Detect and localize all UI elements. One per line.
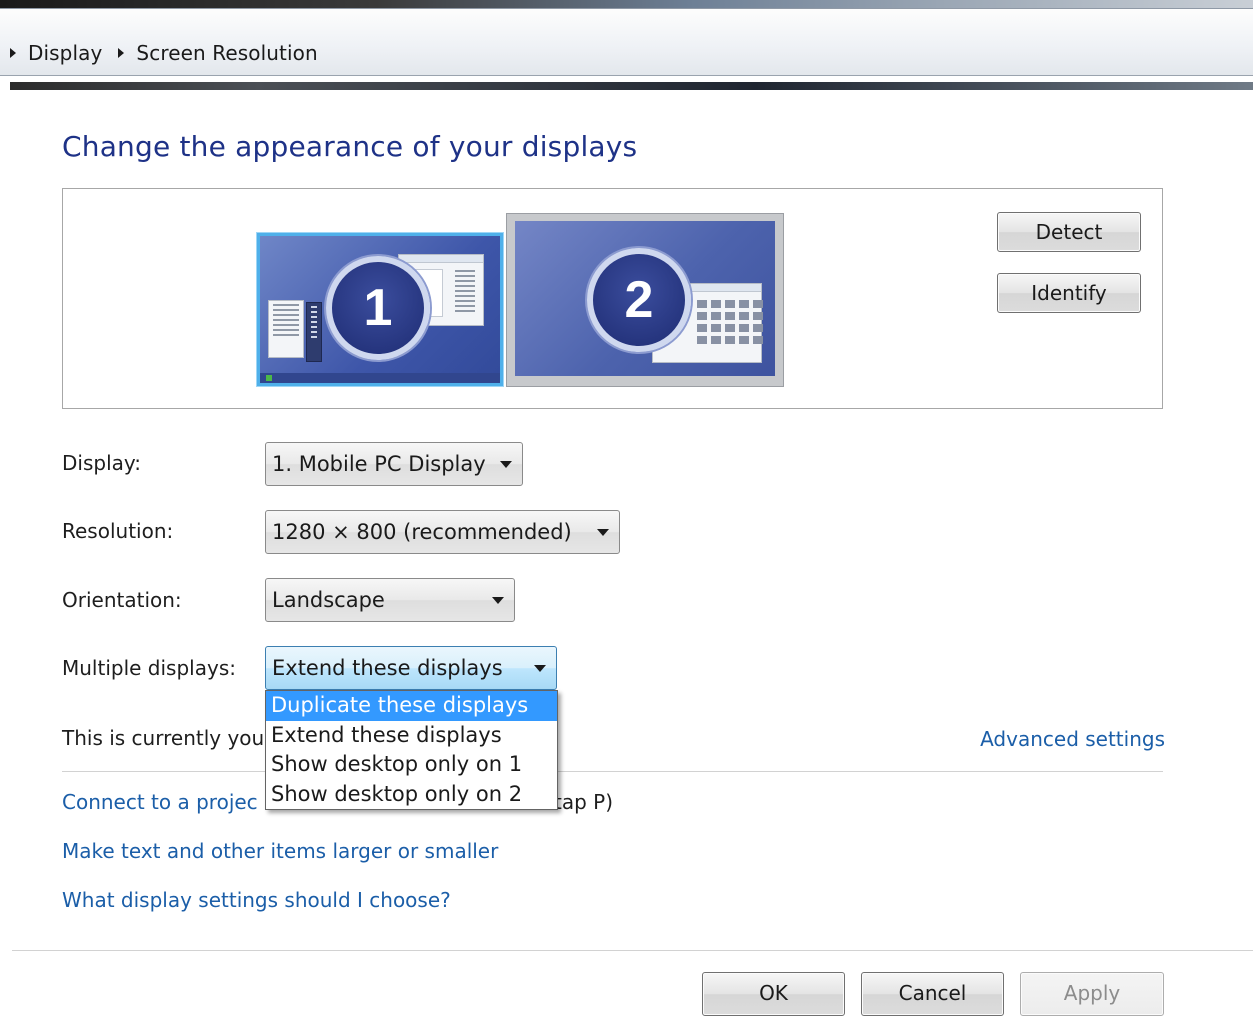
dropdown-option-duplicate[interactable]: Duplicate these displays — [266, 691, 557, 721]
monitor-number-badge-2: 2 — [587, 248, 691, 352]
start-button-icon — [266, 375, 272, 381]
display-preview-panel: 1 2 Detect Identify — [62, 188, 1163, 409]
chevron-down-icon — [597, 528, 609, 536]
display-select[interactable]: 1. Mobile PC Display — [265, 442, 523, 486]
window-thumbnail-icon — [268, 300, 304, 358]
section-divider — [62, 771, 1163, 772]
address-bar: Display Screen Resolution — [0, 8, 1253, 90]
ok-button[interactable]: OK — [702, 972, 845, 1016]
window-thumbnail-icon — [306, 302, 322, 362]
multiple-displays-select[interactable]: Extend these displays — [265, 646, 557, 690]
multiple-displays-label: Multiple displays: — [62, 656, 236, 680]
text-size-link[interactable]: Make text and other items larger or smal… — [62, 839, 498, 863]
identify-button[interactable]: Identify — [997, 273, 1141, 313]
apply-button[interactable]: Apply — [1020, 972, 1164, 1016]
resolution-label: Resolution: — [62, 519, 174, 543]
breadcrumb: Display Screen Resolution — [10, 41, 334, 65]
breadcrumb-arrow-icon[interactable] — [10, 48, 16, 58]
detect-button[interactable]: Detect — [997, 212, 1141, 252]
advanced-settings-link[interactable]: Advanced settings — [980, 727, 1165, 751]
display-help-link[interactable]: What display settings should I choose? — [62, 888, 451, 912]
dropdown-option-only-1[interactable]: Show desktop only on 1 — [266, 750, 557, 780]
window-title-strip — [0, 0, 1253, 8]
breadcrumb-item-display[interactable]: Display — [28, 41, 102, 65]
address-field[interactable]: Display Screen Resolution — [0, 8, 1253, 76]
monitor-number-badge-1: 1 — [326, 256, 430, 360]
orientation-label: Orientation: — [62, 588, 182, 612]
dropdown-option-extend[interactable]: Extend these displays — [266, 721, 557, 751]
footer-divider — [12, 950, 1253, 951]
display-select-value: 1. Mobile PC Display — [272, 452, 486, 476]
orientation-select-value: Landscape — [272, 588, 385, 612]
connect-projector-link[interactable]: Connect to a projec — [62, 790, 258, 814]
taskbar-thumbnail — [260, 373, 500, 383]
multiple-displays-dropdown-list: Duplicate these displays Extend these di… — [265, 690, 558, 810]
cancel-button[interactable]: Cancel — [861, 972, 1004, 1016]
monitor-2-thumbnail[interactable]: 2 — [506, 213, 784, 387]
dropdown-option-only-2[interactable]: Show desktop only on 2 — [266, 780, 557, 810]
current-display-info: This is currently you — [62, 726, 265, 750]
chevron-down-icon — [534, 664, 546, 672]
orientation-select[interactable]: Landscape — [265, 578, 515, 622]
page-title: Change the appearance of your displays — [62, 130, 638, 163]
breadcrumb-arrow-icon[interactable] — [118, 48, 125, 58]
breadcrumb-item-screen-resolution[interactable]: Screen Resolution — [136, 41, 317, 65]
multiple-displays-select-value: Extend these displays — [272, 656, 503, 680]
display-label: Display: — [62, 451, 142, 475]
resolution-select-value: 1280 × 800 (recommended) — [272, 520, 572, 544]
toolbar-band — [10, 82, 1253, 90]
monitor-1-thumbnail[interactable]: 1 — [257, 233, 503, 386]
chevron-down-icon — [500, 460, 512, 468]
resolution-select[interactable]: 1280 × 800 (recommended) — [265, 510, 620, 554]
connect-projector-shortcut-text: tap P) — [554, 790, 614, 814]
chevron-down-icon — [492, 596, 504, 604]
